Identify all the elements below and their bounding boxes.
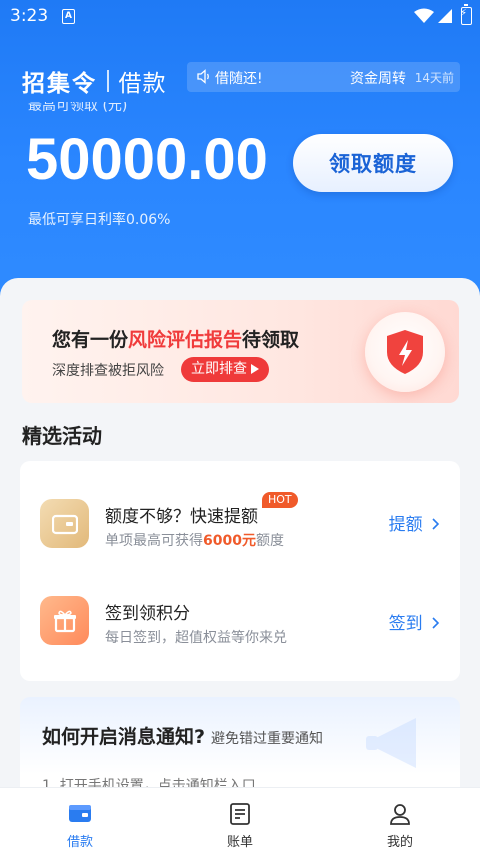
notice-text-left: 借随还! (215, 71, 263, 87)
raise-quota-label: 提额 (388, 515, 423, 535)
tab-bills[interactable]: 账单 (190, 788, 290, 853)
activities-card: 额度不够？快速提额HOT 单项最高可获得6000元额度 提额 签到领积分 每日签… (20, 461, 460, 681)
report-title-highlight: 风险评估报告 (128, 329, 243, 351)
chevron-right-icon (432, 617, 440, 629)
notify-title: 如何开启消息通知? 避免错过重要通知 (42, 722, 323, 749)
interest-rate-text: 最低可享日利率0.06% (28, 212, 171, 228)
max-amount-label: 最高可领取 (元) (28, 102, 128, 114)
user-icon (390, 804, 410, 825)
chevron-right-icon (432, 518, 440, 530)
activities-title: 精选活动 (22, 424, 102, 448)
wallet-card-icon (40, 499, 89, 548)
wallet-icon (69, 805, 91, 822)
gift-icon (40, 596, 89, 645)
status-time: 3:23 (10, 6, 49, 26)
loan-amount: 50000.00 (26, 127, 268, 192)
brand-name: 招集令 (22, 71, 97, 97)
battery-icon (460, 4, 472, 25)
section-title: 借款 (118, 71, 167, 97)
brand-divider (107, 70, 109, 92)
activity-desc-highlight: 6000元 (203, 533, 256, 549)
notice-ticker[interactable]: 借随还! 资金周转 14天前 (187, 62, 460, 92)
bottom-nav: 借款 账单 我的 (0, 787, 480, 853)
claim-quota-button[interactable]: 领取额度 (293, 134, 453, 192)
raise-quota-link[interactable]: 提额 (389, 510, 440, 535)
app-indicator-icon: A (62, 9, 75, 24)
activity-desc: 单项最高可获得6000元额度 (105, 530, 284, 550)
notify-title-text: 如何开启消息通知? (42, 726, 206, 748)
wifi-icon (414, 8, 434, 23)
play-arrow-icon (251, 364, 260, 374)
activity-desc-suffix: 额度 (255, 533, 284, 549)
notify-subtitle: 避免错过重要通知 (211, 731, 324, 747)
tab-mine[interactable]: 我的 (350, 788, 450, 853)
tab-mine-label: 我的 (386, 835, 413, 850)
signal-icon (438, 9, 452, 23)
activity-desc-prefix: 单项最高可获得 (105, 533, 203, 549)
shield-badge (365, 312, 445, 392)
bill-icon (230, 803, 250, 825)
tab-loan[interactable]: 借款 (30, 788, 130, 853)
megaphone-icon (366, 718, 416, 768)
activity-desc: 每日签到，超值权益等你来兑 (105, 630, 287, 646)
report-title-prefix: 您有一份 (52, 329, 129, 351)
tab-loan-label: 借款 (66, 835, 93, 850)
report-subtitle: 深度排查被拒风险 (52, 363, 164, 379)
checkin-link[interactable]: 签到 (389, 609, 440, 634)
status-bar: 3:23 A (0, 0, 480, 34)
activity-name: 签到领积分 (105, 604, 190, 624)
speaker-icon (197, 69, 209, 84)
activity-name-text: 额度不够？快速提额 (105, 507, 258, 527)
hero-header: 3:23 A 招集令 借款 借随还! 资金周转 14天前 最高可领取 (元) 5… (0, 0, 480, 300)
risk-report-banner[interactable]: 您有一份风险评估报告待领取 深度排查被拒风险 立即排查 (22, 300, 459, 403)
brand-logo: 招集令 借款 (22, 64, 167, 98)
activity-name: 额度不够？快速提额HOT (105, 492, 298, 527)
report-title-suffix: 待领取 (242, 329, 300, 351)
notice-text-mid: 资金周转 (350, 71, 406, 87)
notice-time: 14天前 (414, 71, 454, 85)
activity-checkin[interactable]: 签到领积分 每日签到，超值权益等你来兑 签到 (20, 571, 460, 661)
check-now-label: 立即排查 (191, 361, 247, 377)
report-title: 您有一份风险评估报告待领取 (52, 325, 299, 352)
tab-bills-label: 账单 (226, 835, 253, 850)
activity-raise-quota[interactable]: 额度不够？快速提额HOT 单项最高可获得6000元额度 提额 (20, 474, 460, 564)
hot-badge: HOT (262, 492, 298, 508)
check-now-button[interactable]: 立即排查 (181, 357, 270, 382)
checkin-label: 签到 (388, 614, 423, 634)
shield-icon (387, 330, 423, 374)
